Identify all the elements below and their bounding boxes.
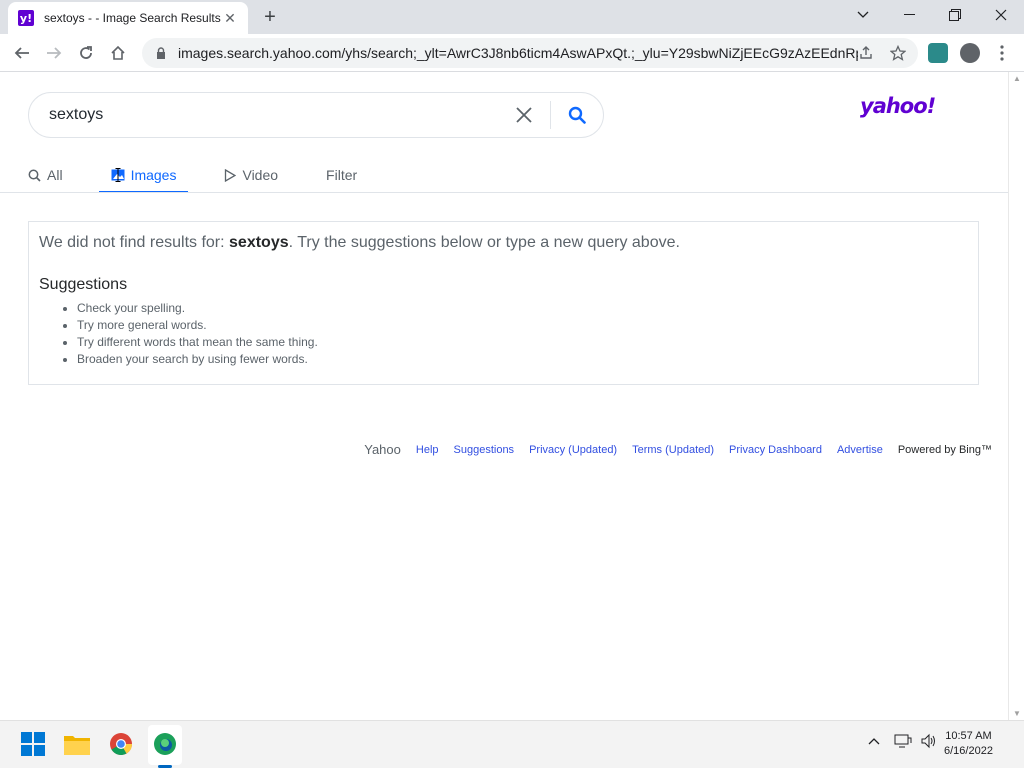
yahoo-logo[interactable]: yahoo! — [860, 94, 936, 118]
show-hidden-icons-icon[interactable] — [868, 733, 880, 748]
windows-start-icon[interactable] — [20, 731, 46, 757]
address-bar[interactable]: images.search.yahoo.com/yhs/search;_ylt=… — [142, 38, 918, 68]
url-text: images.search.yahoo.com/yhs/search;_ylt=… — [178, 45, 858, 61]
edge-browser-icon[interactable] — [152, 731, 178, 757]
clock-date: 6/16/2022 — [944, 745, 993, 757]
home-button[interactable] — [104, 39, 132, 67]
yahoo-favicon-icon: y! — [18, 10, 34, 26]
suggestions-title: Suggestions — [39, 276, 128, 293]
no-results-query: sextoys — [229, 234, 289, 251]
footer-link-suggestions[interactable]: Suggestions — [454, 444, 515, 456]
search-divider — [550, 101, 551, 129]
forward-arrow-icon — [47, 47, 62, 59]
suggestion-item: Check your spelling. — [77, 300, 968, 317]
scroll-down-icon[interactable]: ▼ — [1013, 709, 1021, 718]
no-results-message: We did not find results for: sextoys. Tr… — [39, 234, 680, 251]
no-results-panel: We did not find results for: sextoys. Tr… — [28, 221, 979, 385]
scroll-up-icon[interactable]: ▲ — [1013, 74, 1021, 83]
suggestion-item: Try more general words. — [77, 317, 968, 334]
tab-title: sextoys - - Image Search Results — [44, 11, 221, 25]
windows-taskbar: 10:57 AM 6/16/2022 — [0, 720, 1024, 768]
suggestion-item: Try different words that mean the same t… — [77, 334, 968, 351]
tab-filter-label: Filter — [326, 167, 358, 183]
tab-all-label: All — [47, 167, 63, 183]
clear-search-button[interactable] — [504, 95, 544, 135]
search-vertical-tabs: All Images Video Filter — [28, 158, 393, 193]
browser-menu-icon[interactable] — [994, 42, 1010, 64]
page-scrollbar[interactable]: ▲ ▼ — [1008, 72, 1024, 720]
footer-link-advertise[interactable]: Advertise — [837, 444, 883, 456]
footer-powered-by: Powered by Bing™ — [897, 443, 992, 456]
tab-filter[interactable]: Filter — [314, 158, 369, 192]
tab-video-label: Video — [242, 167, 279, 183]
close-icon — [516, 107, 532, 123]
tabs-divider — [0, 192, 1008, 193]
window-controls — [840, 0, 1024, 30]
lock-icon[interactable] — [154, 46, 168, 60]
tab-images[interactable]: Images — [98, 158, 189, 193]
page-footer: Yahoo Help Suggestions Privacy (Updated)… — [364, 442, 992, 457]
minimize-button[interactable] — [886, 0, 932, 30]
footer-link-privacy-dashboard[interactable]: Privacy Dashboard — [729, 444, 822, 456]
new-tab-button[interactable]: + — [258, 5, 282, 29]
tab-all[interactable]: All — [28, 158, 75, 192]
search-box[interactable]: sextoys — [28, 92, 604, 138]
search-input[interactable]: sextoys — [49, 106, 504, 124]
profile-avatar-icon[interactable] — [960, 43, 980, 63]
bookmark-star-icon[interactable] — [890, 45, 906, 61]
clock-time: 10:57 AM — [945, 730, 992, 742]
forward-button[interactable] — [40, 39, 68, 67]
network-icon[interactable] — [894, 733, 912, 752]
text-cursor-icon — [115, 168, 121, 182]
play-icon — [224, 168, 237, 182]
suggestion-item: Broaden your search by using fewer words… — [77, 351, 968, 368]
footer-brand: Yahoo — [364, 442, 401, 457]
tab-video[interactable]: Video — [212, 158, 290, 192]
tab-images-label: Images — [130, 167, 177, 183]
suggestions-list: Check your spelling. Try more general wo… — [77, 300, 968, 368]
page-content: sextoys yahoo! All Images Video Filter W… — [0, 72, 1008, 720]
reload-icon — [80, 46, 92, 59]
taskbar-clock[interactable]: 10:57 AM 6/16/2022 — [944, 729, 993, 759]
search-icon — [28, 169, 41, 182]
footer-link-terms[interactable]: Terms (Updated) — [632, 444, 714, 456]
tab-close-icon[interactable]: ✕ — [222, 10, 238, 27]
volume-icon[interactable] — [920, 733, 938, 752]
share-icon[interactable] — [858, 45, 874, 61]
footer-link-help[interactable]: Help — [416, 444, 439, 456]
extension-icon[interactable] — [928, 43, 948, 63]
restore-button[interactable] — [932, 0, 978, 30]
file-explorer-icon[interactable] — [64, 731, 90, 757]
search-icon — [568, 106, 586, 124]
search-button[interactable] — [557, 95, 597, 135]
footer-link-privacy[interactable]: Privacy (Updated) — [529, 444, 617, 456]
browser-toolbar: images.search.yahoo.com/yhs/search;_ylt=… — [0, 34, 1024, 72]
back-arrow-icon — [14, 47, 29, 59]
browser-tabstrip: y! sextoys - - Image Search Results ✕ + — [0, 0, 1024, 34]
reload-button[interactable] — [72, 39, 100, 67]
chrome-icon[interactable] — [108, 731, 134, 757]
back-button[interactable] — [8, 39, 36, 67]
close-window-button[interactable] — [978, 0, 1024, 30]
home-icon — [111, 45, 125, 60]
browser-tab[interactable]: y! sextoys - - Image Search Results ✕ — [8, 2, 248, 34]
tab-search-icon[interactable] — [840, 0, 886, 30]
